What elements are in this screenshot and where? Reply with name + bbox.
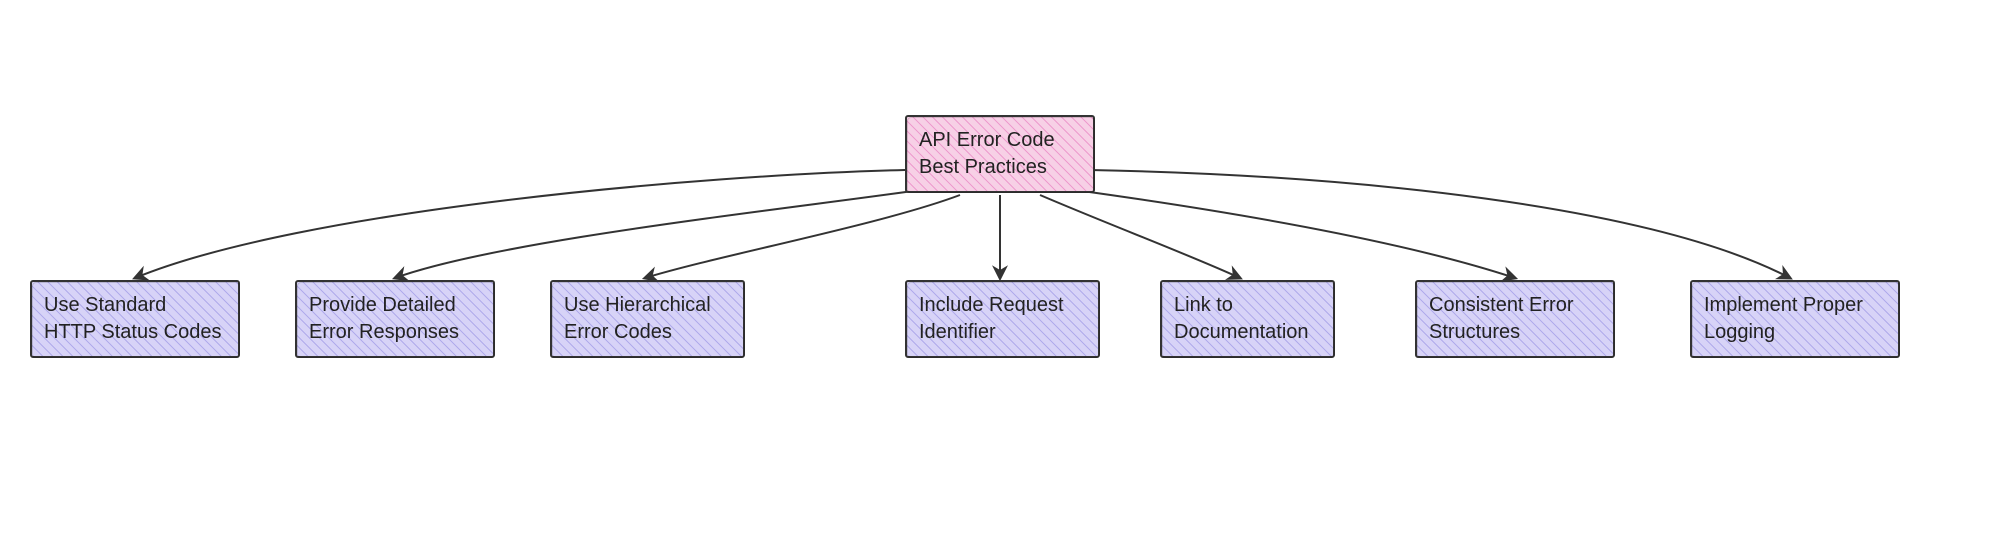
root-node: API Error Code Best Practices xyxy=(905,115,1095,193)
child-5-line1: Consistent Error xyxy=(1429,292,1601,319)
child-1-line2: Error Responses xyxy=(309,319,481,346)
child-3-line1: Include Request xyxy=(919,292,1086,319)
edge-2 xyxy=(645,195,960,278)
child-node-4: Link to Documentation xyxy=(1160,280,1335,358)
child-node-3: Include Request Identifier xyxy=(905,280,1100,358)
child-3-line2: Identifier xyxy=(919,319,1086,346)
child-0-line2: HTTP Status Codes xyxy=(44,319,226,346)
child-0-line1: Use Standard xyxy=(44,292,226,319)
child-node-0: Use Standard HTTP Status Codes xyxy=(30,280,240,358)
connectors xyxy=(0,0,2000,549)
child-node-5: Consistent Error Structures xyxy=(1415,280,1615,358)
child-4-line1: Link to xyxy=(1174,292,1321,319)
root-line1: API Error Code xyxy=(919,127,1081,154)
child-node-6: Implement Proper Logging xyxy=(1690,280,1900,358)
child-6-line2: Logging xyxy=(1704,319,1886,346)
edge-1 xyxy=(395,190,920,278)
child-6-line1: Implement Proper xyxy=(1704,292,1886,319)
edge-5 xyxy=(1075,190,1515,278)
edge-6 xyxy=(1090,170,1790,278)
child-node-2: Use Hierarchical Error Codes xyxy=(550,280,745,358)
child-2-line2: Error Codes xyxy=(564,319,731,346)
child-2-line1: Use Hierarchical xyxy=(564,292,731,319)
child-4-line2: Documentation xyxy=(1174,319,1321,346)
child-5-line2: Structures xyxy=(1429,319,1601,346)
edge-4 xyxy=(1040,195,1240,278)
diagram-canvas: API Error Code Best Practices Use Standa… xyxy=(0,0,2000,549)
child-node-1: Provide Detailed Error Responses xyxy=(295,280,495,358)
edge-0 xyxy=(135,170,905,278)
child-1-line1: Provide Detailed xyxy=(309,292,481,319)
root-line2: Best Practices xyxy=(919,154,1081,181)
